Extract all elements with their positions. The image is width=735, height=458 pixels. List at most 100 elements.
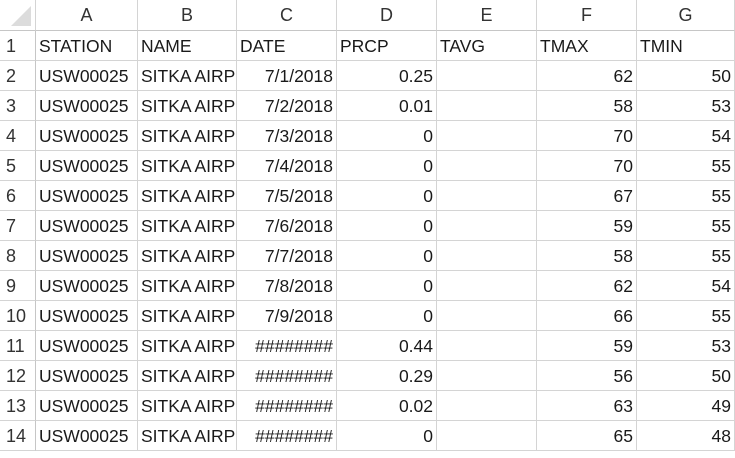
- cell-g8[interactable]: 55: [637, 241, 735, 271]
- cell-d2[interactable]: 0.25: [337, 61, 437, 91]
- cell-c10[interactable]: 7/9/2018: [237, 301, 337, 331]
- cell-g1[interactable]: TMIN: [637, 31, 735, 61]
- cell-a1[interactable]: STATION: [36, 31, 138, 61]
- cell-d1[interactable]: PRCP: [337, 31, 437, 61]
- cell-f13[interactable]: 63: [537, 391, 637, 421]
- cell-g7[interactable]: 55: [637, 211, 735, 241]
- row-header[interactable]: 11: [0, 331, 36, 361]
- cell-b14[interactable]: SITKA AIRP: [138, 421, 237, 451]
- cell-f11[interactable]: 59: [537, 331, 637, 361]
- cell-e8[interactable]: [437, 241, 537, 271]
- cell-e12[interactable]: [437, 361, 537, 391]
- cell-e1[interactable]: TAVG: [437, 31, 537, 61]
- cell-e4[interactable]: [437, 121, 537, 151]
- cell-a13[interactable]: USW00025: [36, 391, 138, 421]
- cell-g3[interactable]: 53: [637, 91, 735, 121]
- cell-b1[interactable]: NAME: [138, 31, 237, 61]
- select-all-button[interactable]: [0, 0, 36, 31]
- cell-g5[interactable]: 55: [637, 151, 735, 181]
- row-header[interactable]: 4: [0, 121, 36, 151]
- cell-d4[interactable]: 0: [337, 121, 437, 151]
- cell-f12[interactable]: 56: [537, 361, 637, 391]
- cell-d10[interactable]: 0: [337, 301, 437, 331]
- row-header[interactable]: 8: [0, 241, 36, 271]
- row-header[interactable]: 2: [0, 61, 36, 91]
- cell-d8[interactable]: 0: [337, 241, 437, 271]
- cell-d9[interactable]: 0: [337, 271, 437, 301]
- cell-f6[interactable]: 67: [537, 181, 637, 211]
- cell-a4[interactable]: USW00025: [36, 121, 138, 151]
- cell-d12[interactable]: 0.29: [337, 361, 437, 391]
- cell-a2[interactable]: USW00025: [36, 61, 138, 91]
- cell-e2[interactable]: [437, 61, 537, 91]
- cell-d7[interactable]: 0: [337, 211, 437, 241]
- cell-a6[interactable]: USW00025: [36, 181, 138, 211]
- cell-c2[interactable]: 7/1/2018: [237, 61, 337, 91]
- cell-g12[interactable]: 50: [637, 361, 735, 391]
- column-header-d[interactable]: D: [337, 0, 437, 31]
- cell-e13[interactable]: [437, 391, 537, 421]
- row-header[interactable]: 5: [0, 151, 36, 181]
- cell-g9[interactable]: 54: [637, 271, 735, 301]
- cell-b7[interactable]: SITKA AIRP: [138, 211, 237, 241]
- cell-a14[interactable]: USW00025: [36, 421, 138, 451]
- cell-a3[interactable]: USW00025: [36, 91, 138, 121]
- cell-c7[interactable]: 7/6/2018: [237, 211, 337, 241]
- column-header-b[interactable]: B: [138, 0, 237, 31]
- row-header[interactable]: 13: [0, 391, 36, 421]
- cell-f10[interactable]: 66: [537, 301, 637, 331]
- cell-g14[interactable]: 48: [637, 421, 735, 451]
- cell-f4[interactable]: 70: [537, 121, 637, 151]
- column-header-g[interactable]: G: [637, 0, 735, 31]
- cell-e5[interactable]: [437, 151, 537, 181]
- row-header[interactable]: 1: [0, 31, 36, 61]
- cell-b9[interactable]: SITKA AIRP: [138, 271, 237, 301]
- cell-c6[interactable]: 7/5/2018: [237, 181, 337, 211]
- cell-d6[interactable]: 0: [337, 181, 437, 211]
- cell-f7[interactable]: 59: [537, 211, 637, 241]
- cell-a9[interactable]: USW00025: [36, 271, 138, 301]
- cell-b3[interactable]: SITKA AIRP: [138, 91, 237, 121]
- cell-b13[interactable]: SITKA AIRP: [138, 391, 237, 421]
- row-header[interactable]: 6: [0, 181, 36, 211]
- cell-c14[interactable]: ########: [237, 421, 337, 451]
- cell-d3[interactable]: 0.01: [337, 91, 437, 121]
- cell-f2[interactable]: 62: [537, 61, 637, 91]
- row-header[interactable]: 9: [0, 271, 36, 301]
- cell-a5[interactable]: USW00025: [36, 151, 138, 181]
- cell-b4[interactable]: SITKA AIRP: [138, 121, 237, 151]
- cell-a10[interactable]: USW00025: [36, 301, 138, 331]
- cell-g11[interactable]: 53: [637, 331, 735, 361]
- cell-d14[interactable]: 0: [337, 421, 437, 451]
- cell-e3[interactable]: [437, 91, 537, 121]
- row-header[interactable]: 14: [0, 421, 36, 451]
- cell-e11[interactable]: [437, 331, 537, 361]
- cell-e6[interactable]: [437, 181, 537, 211]
- cell-c1[interactable]: DATE: [237, 31, 337, 61]
- cell-d13[interactable]: 0.02: [337, 391, 437, 421]
- cell-b10[interactable]: SITKA AIRP: [138, 301, 237, 331]
- cell-g2[interactable]: 50: [637, 61, 735, 91]
- cell-d11[interactable]: 0.44: [337, 331, 437, 361]
- cell-c11[interactable]: ########: [237, 331, 337, 361]
- cell-e10[interactable]: [437, 301, 537, 331]
- column-header-f[interactable]: F: [537, 0, 637, 31]
- column-header-e[interactable]: E: [437, 0, 537, 31]
- cell-f9[interactable]: 62: [537, 271, 637, 301]
- cell-g10[interactable]: 55: [637, 301, 735, 331]
- cell-e9[interactable]: [437, 271, 537, 301]
- cell-a8[interactable]: USW00025: [36, 241, 138, 271]
- cell-f1[interactable]: TMAX: [537, 31, 637, 61]
- cell-a7[interactable]: USW00025: [36, 211, 138, 241]
- column-header-c[interactable]: C: [237, 0, 337, 31]
- cell-c12[interactable]: ########: [237, 361, 337, 391]
- cell-c8[interactable]: 7/7/2018: [237, 241, 337, 271]
- cell-b5[interactable]: SITKA AIRP: [138, 151, 237, 181]
- cell-b6[interactable]: SITKA AIRP: [138, 181, 237, 211]
- cell-a11[interactable]: USW00025: [36, 331, 138, 361]
- row-header[interactable]: 12: [0, 361, 36, 391]
- cell-e7[interactable]: [437, 211, 537, 241]
- cell-f14[interactable]: 65: [537, 421, 637, 451]
- cell-b8[interactable]: SITKA AIRP: [138, 241, 237, 271]
- cell-c4[interactable]: 7/3/2018: [237, 121, 337, 151]
